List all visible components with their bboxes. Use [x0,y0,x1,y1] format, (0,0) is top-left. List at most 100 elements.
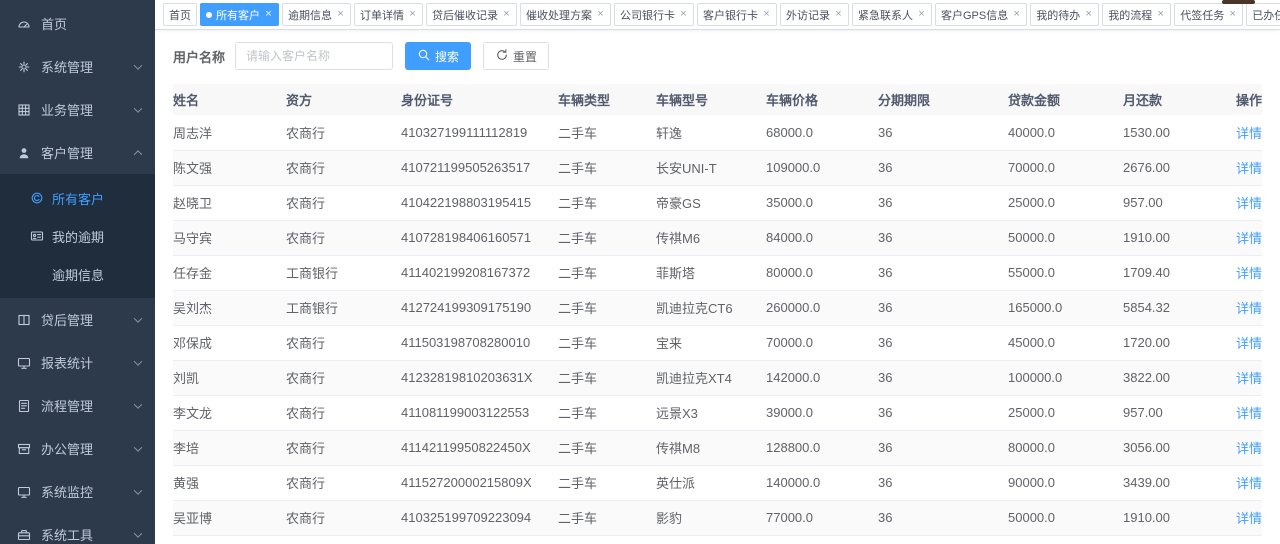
tab-order-detail[interactable]: 订单详情 × [354,3,423,26]
customer-name-input[interactable] [235,42,393,70]
detail-link[interactable]: 详情 [1236,336,1262,351]
tab-my-process[interactable]: 我的流程× [1102,3,1171,26]
search-button[interactable]: 搜索 [405,42,471,70]
tab-overdue-info[interactable]: 逾期信息 × [282,3,351,26]
close-icon[interactable]: × [336,9,345,20]
table-cell: 40000.0 [1008,115,1123,150]
close-icon[interactable]: × [762,9,771,20]
close-icon[interactable]: × [1156,9,1165,20]
table-cell-actions: 详情 [1218,430,1262,465]
tab-collection-plan[interactable]: 催收处理方案× [520,3,611,26]
sidebar-item-office-mgmt[interactable]: 办公管理 [0,427,155,470]
detail-link[interactable]: 详情 [1236,161,1262,176]
detail-link[interactable]: 详情 [1236,406,1262,421]
table-cell: 128800.0 [766,430,878,465]
sidebar-item-label: 系统监控 [41,482,93,501]
close-icon[interactable]: × [408,9,417,20]
column-header: 操作 [1218,84,1262,115]
chevron-down-icon [134,357,142,365]
sidebar-item-home[interactable]: 首页 [0,2,155,45]
close-icon[interactable]: × [917,9,926,20]
reset-button[interactable]: 重置 [483,42,549,70]
sidebar-item-system-mgmt[interactable]: 系统管理 [0,45,155,88]
table-cell: 农商行 [286,220,401,255]
detail-link[interactable]: 详情 [1236,196,1262,211]
tab-customer-bank-card[interactable]: 客户银行卡× [697,3,777,26]
table-cell: 50000.0 [1008,500,1123,535]
table-row: 李文龙农商行411081199003122553二手车远景X339000.036… [173,395,1262,430]
tab-emergency-contact[interactable]: 紧急联系人 × [852,3,932,26]
table-body: 周志洋农商行410327199111112819二手车轩逸68000.03640… [173,115,1262,544]
tab-sign-task[interactable]: 代签任务 × [1174,3,1243,26]
table-cell: 凯迪拉克XT4 [656,360,766,395]
table-cell: 41142119950822450X [401,430,558,465]
close-icon[interactable]: × [1012,9,1021,20]
detail-link[interactable]: 详情 [1236,441,1262,456]
table-cell: 1720.00 [1123,325,1218,360]
table-cell: 1910.00 [1123,500,1218,535]
tab-visit-log[interactable]: 外访记录× [780,3,849,26]
sidebar-item-system-monitor[interactable]: 系统监控 [0,470,155,513]
customer-icon [30,191,44,205]
sidebar-item-my-overdue[interactable]: 我的逾期 [0,217,155,255]
reset-button-label: 重置 [513,48,537,65]
detail-link[interactable]: 详情 [1236,371,1262,386]
table-cell: 109000.0 [766,150,878,185]
tab-customer-gps[interactable]: 客户GPS信息× [935,3,1027,26]
sidebar-item-overdue-info[interactable]: 逾期信息 [0,255,155,293]
table-cell-actions: 详情 [1218,150,1262,185]
sidebar-item-process-mgmt[interactable]: 流程管理 [0,384,155,427]
sidebar-item-all-customers[interactable]: 所有客户 [0,179,155,217]
sidebar-item-business-mgmt[interactable]: 业务管理 [0,88,155,131]
chevron-up-icon [134,150,142,158]
close-icon[interactable]: × [1228,9,1237,20]
close-icon[interactable]: × [679,9,688,20]
table-cell: 1530.00 [1123,115,1218,150]
detail-link[interactable]: 详情 [1236,266,1262,281]
close-icon[interactable]: × [1084,9,1093,20]
table-cell: 410422198803195415 [401,185,558,220]
table-cell-actions: 详情 [1218,395,1262,430]
tab-home[interactable]: 首页 [163,3,197,26]
close-icon[interactable]: × [264,9,273,20]
close-icon[interactable]: × [596,9,605,20]
tab-label: 订单详情 [360,7,404,23]
tab-all-customers[interactable]: 所有客户× [200,3,279,26]
refresh-icon [495,48,509,65]
tab-company-bank-card[interactable]: 公司银行卡× [614,3,694,26]
detail-link[interactable]: 详情 [1236,126,1262,141]
table-cell-actions: 详情 [1218,465,1262,500]
table-cell: 李培 [173,430,286,465]
chevron-down-icon [134,104,142,112]
tab-done-task[interactable]: 已办任务× [1246,3,1280,26]
detail-link[interactable]: 详情 [1236,301,1262,316]
idcard-icon [30,229,44,243]
detail-link[interactable]: 详情 [1236,476,1262,491]
sidebar-item-customer-mgmt[interactable]: 客户管理 [0,131,155,174]
table-cell: 3056.00 [1123,430,1218,465]
close-icon[interactable]: × [834,9,843,20]
table-cell: 36 [878,325,1008,360]
table-cell: 影豹 [656,500,766,535]
detail-link[interactable]: 详情 [1236,511,1262,526]
tab-label: 代签任务 [1180,7,1224,23]
table-cell: 轩逸 [656,115,766,150]
column-header: 车辆价格 [766,84,878,115]
table-cell: 68000.0 [766,115,878,150]
table-cell: 二手车 [558,150,656,185]
tab-label: 逾期信息 [288,7,332,23]
tab-label: 已办任务 [1252,7,1280,23]
table-cell: 帝豪GS [656,185,766,220]
table-cell: 吴亚博 [173,500,286,535]
close-icon[interactable]: × [502,9,511,20]
toolbox-icon [16,527,31,542]
sidebar-item-postloan-mgmt[interactable]: 贷后管理 [0,298,155,341]
sidebar-item-report-stats[interactable]: 报表统计 [0,341,155,384]
tab-label: 紧急联系人 [858,7,913,23]
tab-postloan-collection-log[interactable]: 贷后催收记录× [426,3,517,26]
table-row: 王晓辉农商行410721199408121531二手车轩逸75000.03650… [173,535,1262,544]
tab-my-todo[interactable]: 我的待办× [1030,3,1099,26]
sidebar-item-system-tools[interactable]: 系统工具 [0,513,155,544]
table-cell: 90000.0 [1008,465,1123,500]
detail-link[interactable]: 详情 [1236,231,1262,246]
